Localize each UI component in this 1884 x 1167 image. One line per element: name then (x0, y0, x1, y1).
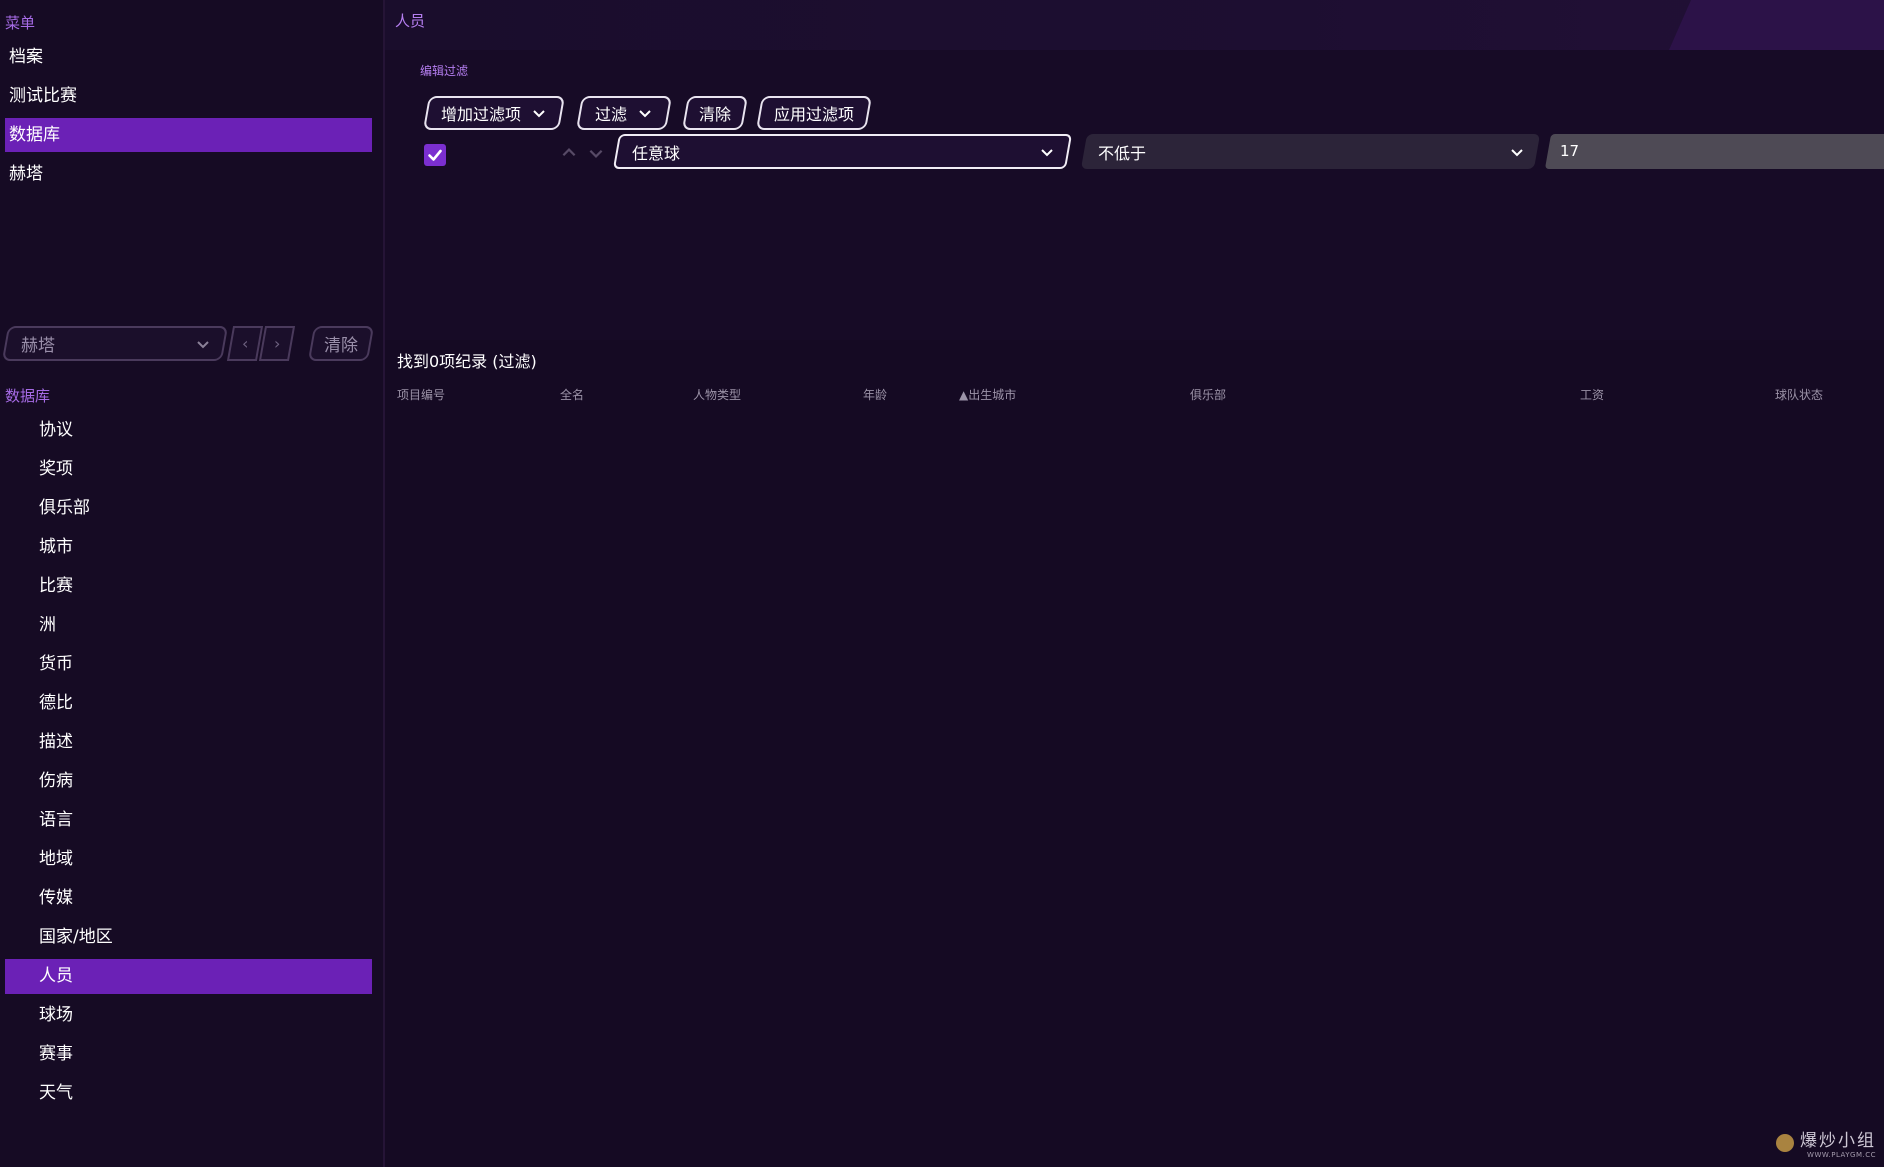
chevron-left-icon: ‹ (241, 334, 249, 353)
watermark-cn: 爆炒小组 (1800, 1131, 1876, 1151)
add-filter-label: 增加过滤项 (440, 105, 521, 124)
club-select[interactable]: 赫塔 (1, 326, 229, 361)
filter-panel (385, 50, 1884, 340)
clear-filter-button[interactable]: 清除 (682, 96, 748, 130)
move-down-icon[interactable] (587, 144, 605, 162)
sidebar-clear-label: 清除 (324, 336, 358, 356)
filter-dropdown-button[interactable]: 过滤 (576, 96, 672, 130)
db-item-injuries[interactable]: 伤病 (5, 764, 372, 799)
filter-dropdown-label: 过滤 (594, 105, 627, 124)
db-item-languages[interactable]: 语言 (5, 803, 372, 838)
db-item-stadiums[interactable]: 球场 (5, 998, 372, 1033)
filter-value-input[interactable]: 17 (1544, 134, 1884, 169)
db-item-descriptions[interactable]: 描述 (5, 725, 372, 760)
menu-item-database[interactable]: 数据库 (5, 118, 372, 152)
add-filter-button[interactable]: 增加过滤项 (423, 96, 565, 130)
db-item-weather[interactable]: 天气 (5, 1076, 372, 1111)
db-item-events[interactable]: 赛事 (5, 1037, 372, 1072)
chevron-down-icon (639, 110, 651, 118)
edit-filter-label: 编辑过滤 (420, 64, 469, 78)
club-select-value: 赫塔 (21, 336, 55, 356)
page-title: 人员 (395, 12, 426, 30)
filter-field-value: 任意球 (632, 143, 681, 163)
db-item-people[interactable]: 人员 (5, 959, 372, 994)
db-item-derbies[interactable]: 德比 (5, 686, 372, 721)
db-item-nations[interactable]: 国家/地区 (5, 920, 372, 955)
db-item-competitions[interactable]: 比赛 (5, 569, 372, 604)
column-header-club[interactable]: 俱乐部 (1190, 386, 1226, 403)
results-table-body (385, 410, 1884, 1167)
filter-field-select[interactable]: 任意球 (612, 134, 1073, 169)
watermark-en: WWW.PLAYGM.CC (1807, 1151, 1876, 1159)
filter-row-checkbox[interactable] (424, 144, 446, 166)
menu-item-club[interactable]: 赫塔 (5, 157, 372, 191)
chevron-right-icon: › (273, 334, 281, 353)
db-item-awards[interactable]: 奖项 (5, 452, 372, 487)
next-button[interactable]: › (258, 326, 296, 361)
previous-button[interactable]: ‹ (226, 326, 264, 361)
filter-value-text: 17 (1560, 142, 1580, 160)
db-item-clubs[interactable]: 俱乐部 (5, 491, 372, 526)
db-item-agreements[interactable]: 协议 (5, 413, 372, 448)
menu-item-test-match[interactable]: 测试比赛 (5, 79, 372, 113)
checkmark-icon (428, 149, 442, 161)
watermark-badge-icon (1776, 1133, 1794, 1152)
column-header-id[interactable]: 项目编号 (397, 386, 445, 403)
database-section-label: 数据库 (5, 387, 51, 405)
column-header-age[interactable]: 年龄 (863, 386, 887, 403)
db-item-media[interactable]: 传媒 (5, 881, 372, 916)
db-item-currencies[interactable]: 货币 (5, 647, 372, 682)
top-bar-decoration (1669, 0, 1884, 50)
results-count: 找到0项纪录 (过滤) (397, 352, 537, 371)
apply-filter-label: 应用过滤项 (773, 105, 854, 124)
chevron-down-icon (1041, 148, 1053, 156)
column-header-birth-city[interactable]: ▲出生城市 (959, 386, 1016, 403)
column-header-wage[interactable]: 工资 (1580, 386, 1604, 403)
menu-section-label: 菜单 (5, 14, 36, 32)
filter-operator-value: 不低于 (1098, 143, 1147, 163)
column-header-person-type[interactable]: 人物类型 (693, 386, 741, 403)
db-item-continents[interactable]: 洲 (5, 608, 372, 643)
sidebar: 菜单 档案 测试比赛 数据库 赫塔 赫塔 ‹ › 清除 数据库 协议 奖项 俱乐… (0, 0, 385, 1167)
chevron-down-icon (197, 340, 209, 348)
sidebar-clear-button[interactable]: 清除 (307, 326, 375, 361)
clear-filter-label: 清除 (698, 105, 731, 124)
watermark: 爆炒小组 WWW.PLAYGM.CC (1776, 1126, 1876, 1159)
db-item-cities[interactable]: 城市 (5, 530, 372, 565)
move-up-icon[interactable] (560, 144, 578, 162)
apply-filter-button[interactable]: 应用过滤项 (756, 96, 872, 130)
chevron-down-icon (1511, 148, 1523, 156)
column-header-full-name[interactable]: 全名 (560, 386, 584, 403)
column-header-squad-status[interactable]: 球队状态 (1775, 386, 1823, 403)
chevron-down-icon (533, 110, 545, 118)
filter-operator-select[interactable]: 不低于 (1080, 134, 1541, 169)
menu-item-profile[interactable]: 档案 (5, 40, 372, 74)
top-bar (385, 0, 1884, 50)
db-item-regions[interactable]: 地域 (5, 842, 372, 877)
